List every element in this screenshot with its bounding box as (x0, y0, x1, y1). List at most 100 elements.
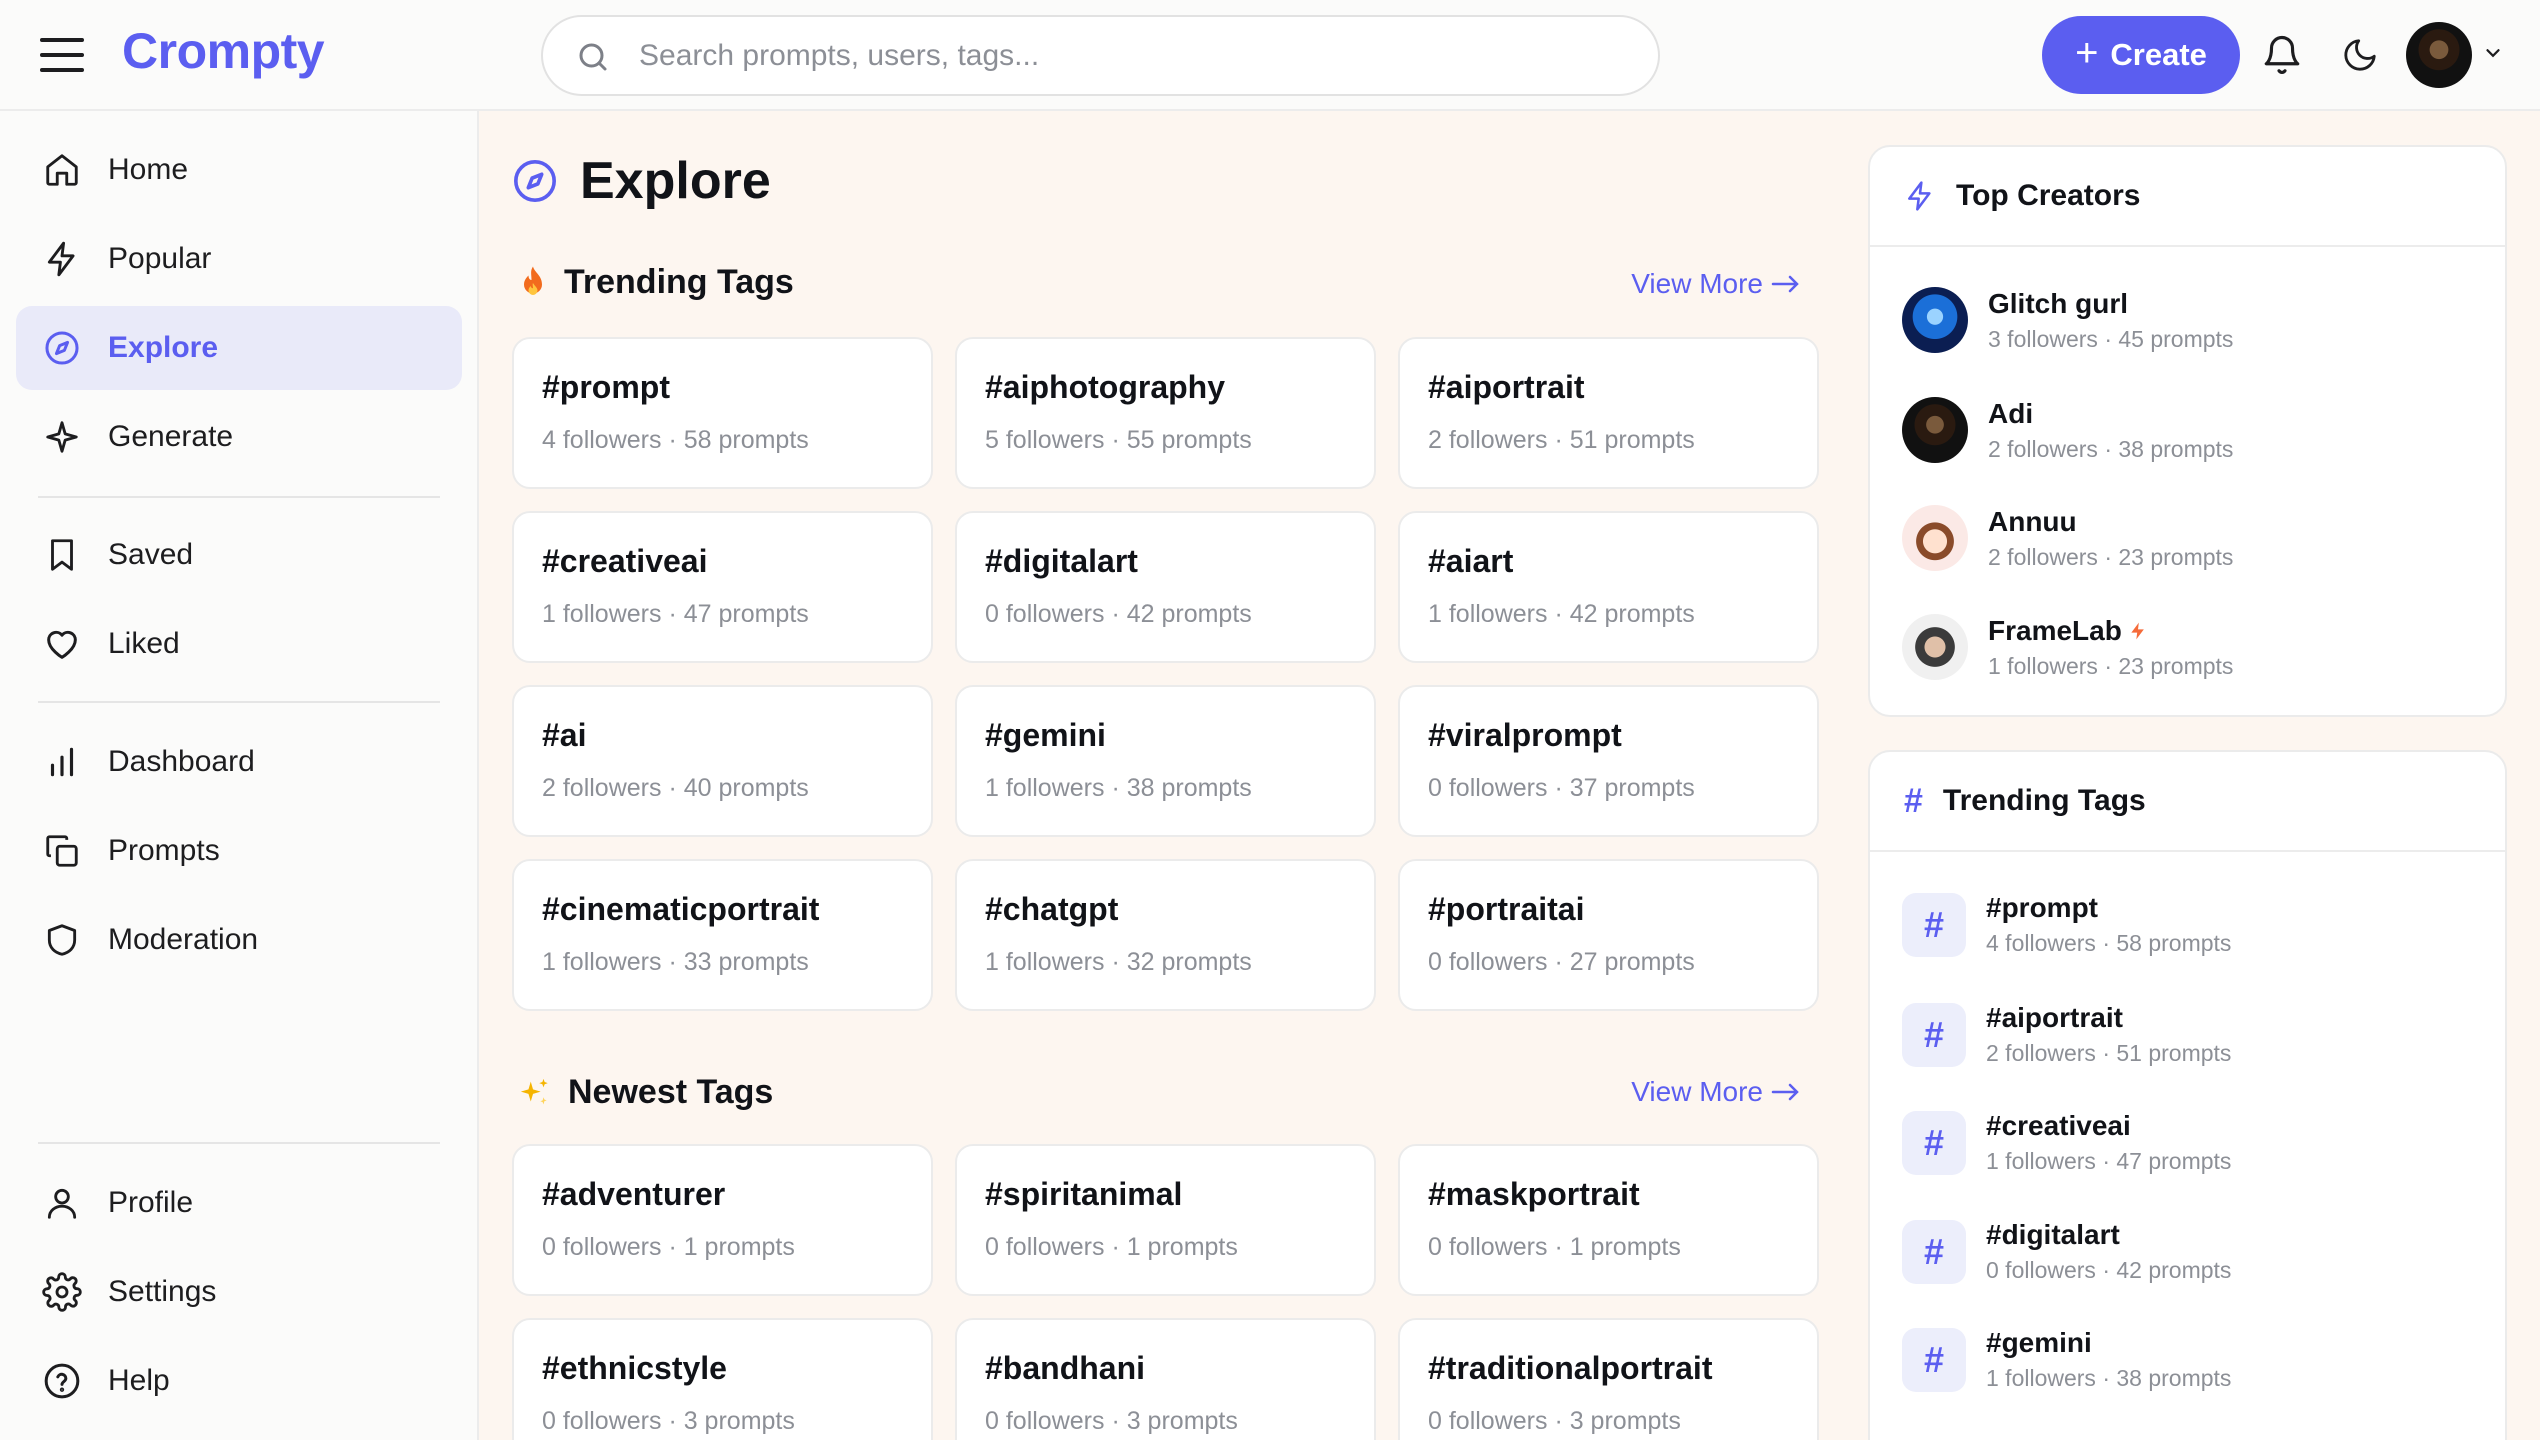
tag-card[interactable]: #chatgpt 1 followers · 32 prompts (955, 859, 1376, 1011)
hash-icon: # (1902, 892, 1966, 957)
tag-name: #bandhani (985, 1350, 1146, 1386)
tag-card[interactable]: #maskportrait 0 followers · 1 prompts (1398, 1144, 1819, 1296)
search-input[interactable] (639, 38, 1658, 73)
search-bar[interactable] (541, 15, 1660, 96)
trending-view-more-link[interactable]: View More (1631, 268, 1801, 300)
tag-card[interactable]: #portraitai 0 followers · 27 prompts (1398, 859, 1819, 1011)
sidebar-divider (38, 701, 440, 703)
creator-avatar (1902, 397, 1968, 463)
sidebar-item-prompts[interactable]: Prompts (16, 809, 462, 893)
tag-card[interactable]: #cinematicportrait 1 followers · 33 promp… (512, 859, 933, 1011)
tag-card[interactable]: #ethnicstyle 0 followers · 3 prompts (512, 1318, 933, 1440)
create-button[interactable]: + Create (2042, 16, 2240, 94)
top-creators-title: Top Creators (1956, 179, 2141, 212)
sparkles-icon (520, 1078, 548, 1104)
creator-row[interactable]: FrameLab 1 followers · 23 prompts (1902, 614, 2233, 680)
trending-tags-grid: #prompt 4 followers · 58 prompts #aiphoto… (512, 337, 1819, 1011)
tag-name: #chatgpt (985, 891, 1119, 927)
tag-meta: 1 followers · 32 prompts (985, 948, 1252, 976)
sidebar-item-settings[interactable]: Settings (16, 1250, 462, 1334)
creator-name: Annuu (1988, 505, 2077, 537)
sidebar-item-label: Generate (108, 420, 234, 453)
tag-meta: 1 followers · 47 prompts (1986, 1148, 2232, 1174)
sidebar-item-help[interactable]: Help (16, 1339, 462, 1423)
tag-card[interactable]: #creativeai 1 followers · 47 prompts (512, 511, 933, 663)
bolt-icon (40, 237, 84, 281)
tag-meta: 0 followers · 1 prompts (985, 1233, 1238, 1261)
tag-name: #traditionalportrait (1428, 1350, 1713, 1386)
sidebar-item-dashboard[interactable]: Dashboard (16, 720, 462, 804)
user-avatar[interactable] (2406, 22, 2472, 88)
tag-card[interactable]: #traditionalportrait 0 followers · 3 prom… (1398, 1318, 1819, 1440)
help-icon (40, 1359, 84, 1403)
home-icon (40, 148, 84, 192)
tag-card[interactable]: #digitalart 0 followers · 42 prompts (955, 511, 1376, 663)
trending-tag-row[interactable]: # #prompt 4 followers · 58 prompts (1902, 892, 2231, 957)
tag-card[interactable]: #ai 2 followers · 40 prompts (512, 685, 933, 837)
trending-tag-row[interactable]: # #aiportrait 2 followers · 51 prompts (1902, 1002, 2231, 1067)
sidebar-item-label: Prompts (108, 834, 220, 867)
trending-tag-row[interactable]: # #gemini 1 followers · 38 prompts (1902, 1327, 2231, 1392)
tag-card[interactable]: #spiritanimal 0 followers · 1 prompts (955, 1144, 1376, 1296)
creator-row[interactable]: Adi 2 followers · 38 prompts (1902, 397, 2233, 463)
notifications-bell-icon[interactable] (2255, 28, 2309, 82)
tag-name: #digitalart (985, 543, 1138, 579)
hash-icon: # (1902, 1002, 1966, 1067)
sidebar-item-saved[interactable]: Saved (16, 513, 462, 597)
sidebar-item-liked[interactable]: Liked (16, 602, 462, 686)
creator-row[interactable]: Glitch gurl 3 followers · 45 prompts (1902, 287, 2233, 353)
copy-icon (40, 829, 84, 873)
creator-meta: 1 followers · 23 prompts (1988, 652, 2234, 679)
tag-card[interactable]: #gemini 1 followers · 38 prompts (955, 685, 1376, 837)
tag-name: #creativeai (1986, 1110, 2131, 1141)
tag-name: #portraitai (1428, 891, 1585, 927)
sidebar-item-generate[interactable]: Generate (16, 395, 462, 479)
tag-card[interactable]: #adventurer 0 followers · 1 prompts (512, 1144, 933, 1296)
logo[interactable]: Crompty (122, 22, 325, 80)
creator-name: FrameLab (1988, 614, 2122, 646)
tag-card[interactable]: #viralprompt 0 followers · 37 prompts (1398, 685, 1819, 837)
trending-tag-row[interactable]: # #creativeai 1 followers · 47 prompts (1902, 1110, 2231, 1175)
sparkle-icon (40, 415, 84, 459)
tag-card[interactable]: #aiphotography 5 followers · 55 prompts (955, 337, 1376, 489)
hash-icon: # (1902, 1327, 1966, 1392)
sidebar-item-moderation[interactable]: Moderation (16, 898, 462, 982)
menu-icon[interactable] (40, 38, 84, 72)
tag-meta: 2 followers · 51 prompts (1428, 426, 1695, 454)
tag-name: #gemini (985, 717, 1106, 753)
tag-meta: 1 followers · 47 prompts (542, 600, 809, 628)
chevron-down-icon[interactable] (2482, 42, 2504, 64)
tag-card[interactable]: #aiportrait 2 followers · 51 prompts (1398, 337, 1819, 489)
tag-meta: 5 followers · 55 prompts (985, 426, 1252, 454)
sidebar-item-home[interactable]: Home (16, 128, 462, 212)
creator-row[interactable]: Annuu 2 followers · 23 prompts (1902, 505, 2233, 571)
tag-card[interactable]: #bandhani 0 followers · 3 prompts (955, 1318, 1376, 1440)
tag-name: #aiportrait (1428, 369, 1585, 405)
hash-icon: # (1904, 781, 1923, 820)
main-content: Explore Trending Tags View More #prompt 4… (481, 111, 1851, 1440)
tag-name: #viralprompt (1428, 717, 1622, 753)
tag-meta: 0 followers · 3 prompts (1428, 1407, 1681, 1435)
view-more-label: View More (1631, 268, 1763, 299)
tag-name: #aiportrait (1986, 1002, 2123, 1033)
creator-name: Adi (1988, 397, 2034, 429)
tag-name: #gemini (1986, 1327, 2092, 1358)
trending-tags-panel: # Trending Tags # #prompt 4 followers · 5… (1868, 750, 2507, 1440)
trending-tag-row[interactable]: # #digitalart 0 followers · 42 prompts (1902, 1219, 2231, 1284)
newest-view-more-link[interactable]: View More (1631, 1076, 1801, 1108)
tag-name: #ethnicstyle (542, 1350, 727, 1386)
tag-meta: 0 followers · 37 prompts (1428, 774, 1695, 802)
creator-avatar (1902, 287, 1968, 353)
trending-tags-panel-title: Trending Tags (1942, 784, 2146, 817)
tag-card[interactable]: #prompt 4 followers · 58 prompts (512, 337, 933, 489)
tag-meta: 0 followers · 1 prompts (542, 1233, 795, 1261)
dark-mode-moon-icon[interactable] (2333, 28, 2387, 82)
creator-avatar (1902, 505, 1968, 571)
sidebar-item-profile[interactable]: Profile (16, 1161, 462, 1245)
creator-meta: 3 followers · 45 prompts (1988, 325, 2234, 352)
tag-card[interactable]: #aiart 1 followers · 42 prompts (1398, 511, 1819, 663)
top-creators-panel: Top Creators Glitch gurl 3 followers · 45… (1868, 145, 2507, 717)
sidebar-item-popular[interactable]: Popular (16, 217, 462, 301)
gear-icon (40, 1270, 84, 1314)
sidebar-item-explore[interactable]: Explore (16, 306, 462, 390)
